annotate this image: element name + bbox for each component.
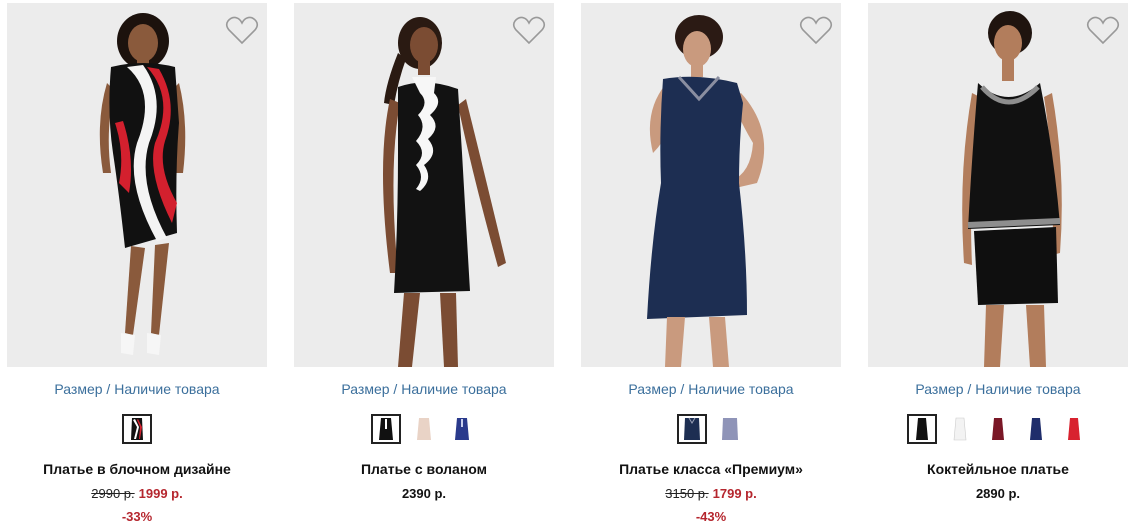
product-card[interactable]: Размер / Наличие товара Платье в блочном… [7,0,267,527]
product-card[interactable]: Размер / Наличие товара Платье класса «П… [581,0,841,527]
product-photo[interactable] [868,3,1128,367]
color-swatches [294,414,554,444]
sale-price: 1799 р. [712,486,757,501]
wishlist-heart-icon[interactable] [799,15,833,45]
color-swatch-navy[interactable] [1021,414,1051,444]
color-swatches [581,414,841,444]
color-swatch-black[interactable] [371,414,401,444]
color-swatch-burgundy[interactable] [983,414,1013,444]
product-name[interactable]: Платье класса «Премиум» [581,461,841,477]
product-name[interactable]: Коктейльное платье [868,461,1128,477]
old-price: 3150 р. [665,486,709,501]
color-swatches [7,414,267,444]
wishlist-heart-icon[interactable] [1086,15,1120,45]
size-availability-link[interactable]: Размер / Наличие товара [868,381,1128,397]
price-row: 2390 р. [294,486,554,501]
sale-price: 1999 р. [138,486,183,501]
price: 2390 р. [401,486,447,501]
size-availability-link[interactable]: Размер / Наличие товара [581,381,841,397]
color-swatch-dark-navy[interactable] [677,414,707,444]
discount-badge: -43% [695,509,727,524]
size-availability-link[interactable]: Размер / Наличие товара [7,381,267,397]
color-swatch-black-red-white[interactable] [122,414,152,444]
product-grid: Размер / Наличие товара Платье в блочном… [0,0,1137,527]
product-name[interactable]: Платье с воланом [294,461,554,477]
color-swatch-beige[interactable] [409,414,439,444]
product-photo[interactable] [294,3,554,367]
price-row: 3150 р. 1799 р. [581,486,841,501]
color-swatch-white[interactable] [945,414,975,444]
old-price: 2990 р. [91,486,135,501]
price: 2890 р. [975,486,1021,501]
color-swatches [868,414,1128,444]
product-name[interactable]: Платье в блочном дизайне [7,461,267,477]
color-swatch-black[interactable] [907,414,937,444]
wishlist-heart-icon[interactable] [512,15,546,45]
product-photo[interactable] [581,3,841,367]
discount-badge: -33% [121,509,153,524]
color-swatch-lavender-grey[interactable] [715,414,745,444]
price-row: 2890 р. [868,486,1128,501]
wishlist-heart-icon[interactable] [225,15,259,45]
price-row: 2990 р. 1999 р. [7,486,267,501]
product-photo[interactable] [7,3,267,367]
color-swatch-red[interactable] [1059,414,1089,444]
size-availability-link[interactable]: Размер / Наличие товара [294,381,554,397]
product-card[interactable]: Размер / Наличие товара Платье с воланом… [294,0,554,527]
color-swatch-navy[interactable] [447,414,477,444]
product-card[interactable]: Размер / Наличие товара Коктейльное плат… [868,0,1128,527]
